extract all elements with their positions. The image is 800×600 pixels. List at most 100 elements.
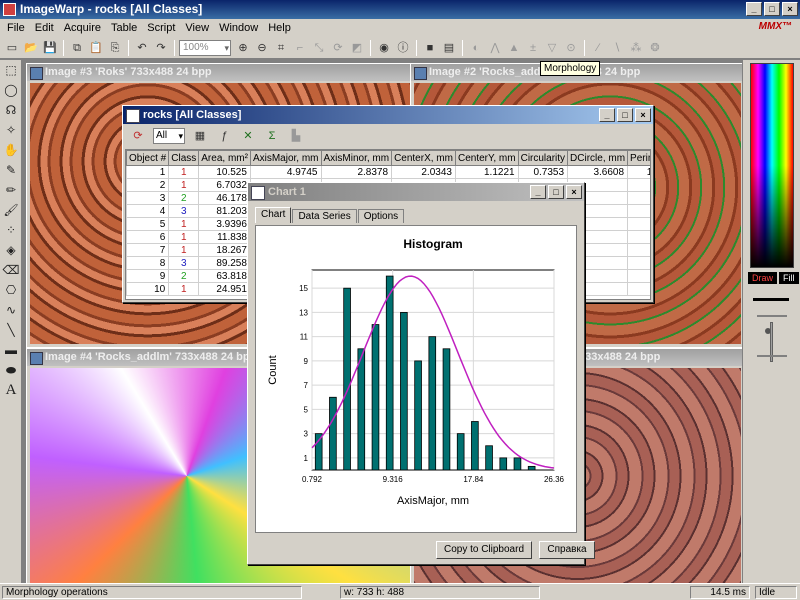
- hand-icon[interactable]: ✋: [1, 140, 21, 160]
- pencil-icon[interactable]: ✏: [1, 180, 21, 200]
- resize-icon[interactable]: ⤡: [310, 39, 328, 57]
- info-icon[interactable]: ⓘ: [394, 39, 412, 57]
- line-tool-icon[interactable]: ╲: [1, 320, 21, 340]
- refresh-icon[interactable]: ⟳: [129, 127, 147, 145]
- y-tick-label: 9: [304, 357, 309, 366]
- menu-table[interactable]: Table: [106, 22, 142, 34]
- fill-color-label[interactable]: Fill: [779, 272, 799, 284]
- save-icon[interactable]: 💾: [41, 39, 59, 57]
- undo-icon[interactable]: ↶: [133, 39, 151, 57]
- ellipse-select-icon[interactable]: ◯: [1, 80, 21, 100]
- measure-icon[interactable]: ∕: [589, 39, 607, 57]
- value-cell: 3.9396: [198, 217, 251, 231]
- ellipse-tool-icon[interactable]: ⬬: [1, 360, 21, 380]
- particles-icon[interactable]: ⁂: [627, 39, 645, 57]
- menu-edit[interactable]: Edit: [30, 22, 59, 34]
- camera-icon[interactable]: ■: [421, 39, 439, 57]
- column-header[interactable]: Circularity: [517, 150, 569, 166]
- divider: [757, 315, 787, 317]
- magic-wand-icon[interactable]: ✧: [1, 120, 21, 140]
- help-button[interactable]: Справка: [539, 541, 595, 559]
- zoom-in-icon[interactable]: ⊕: [234, 39, 252, 57]
- close-button[interactable]: ×: [782, 2, 798, 16]
- rotate-icon[interactable]: ⟳: [329, 39, 347, 57]
- table-close-button[interactable]: ×: [635, 108, 651, 122]
- column-header[interactable]: AxisMinor, mm: [320, 150, 393, 166]
- function-icon[interactable]: ƒ: [215, 127, 233, 145]
- copy-icon[interactable]: ⧉: [68, 39, 86, 57]
- class-filter-select[interactable]: All: [153, 128, 185, 144]
- column-header[interactable]: CenterY, mm: [454, 150, 519, 166]
- flip-icon[interactable]: ◩: [348, 39, 366, 57]
- zoom-out-icon[interactable]: ⊖: [253, 39, 271, 57]
- tab-data-series[interactable]: Data Series: [292, 209, 357, 223]
- y-tick-label: 11: [300, 333, 309, 342]
- clone-icon[interactable]: ⎔: [1, 280, 21, 300]
- fill-bucket-icon[interactable]: ◈: [1, 240, 21, 260]
- chart-maximize-button[interactable]: □: [548, 185, 564, 199]
- chart-close-button[interactable]: ×: [566, 185, 582, 199]
- text-tool-icon[interactable]: A: [1, 380, 21, 400]
- eyedropper-icon[interactable]: ✎: [1, 160, 21, 180]
- histogram-icon[interactable]: ▲: [505, 39, 523, 57]
- menu-script[interactable]: Script: [142, 22, 180, 34]
- x-tick-label: 9.316: [383, 475, 404, 484]
- rectangle-tool-icon[interactable]: ▬: [1, 340, 21, 360]
- menu-view[interactable]: View: [180, 22, 214, 34]
- open-folder-icon[interactable]: 📂: [22, 39, 40, 57]
- color-palette[interactable]: [750, 63, 794, 268]
- minimize-button[interactable]: _: [746, 2, 762, 16]
- menu-help[interactable]: Help: [263, 22, 296, 34]
- draw-color-label[interactable]: Draw: [748, 272, 778, 284]
- chart-minimize-button[interactable]: _: [530, 185, 546, 199]
- palette-icon[interactable]: ◉: [375, 39, 393, 57]
- crop-icon[interactable]: ⌐: [291, 39, 309, 57]
- tab-options[interactable]: Options: [357, 209, 405, 223]
- menu-file[interactable]: File: [2, 22, 30, 34]
- line-width-indicator[interactable]: [753, 298, 789, 301]
- redo-icon[interactable]: ↷: [152, 39, 170, 57]
- chart-window[interactable]: Chart 1 _ □ × Chart Data Series Options …: [247, 182, 595, 565]
- sum-icon[interactable]: Σ: [263, 127, 281, 145]
- columns-icon[interactable]: ▦: [191, 127, 209, 145]
- excel-export-icon[interactable]: ✕: [239, 127, 257, 145]
- table-minimize-button[interactable]: _: [599, 108, 615, 122]
- zoom-select[interactable]: 100%: [179, 39, 231, 56]
- plus-minus-icon[interactable]: ±: [524, 39, 542, 57]
- menu-window[interactable]: Window: [214, 22, 263, 34]
- contrast-icon[interactable]: ◐: [467, 39, 485, 57]
- page-icon[interactable]: ▤: [440, 39, 458, 57]
- smudge-icon[interactable]: ∿: [1, 300, 21, 320]
- chart-icon[interactable]: ▙: [287, 127, 305, 145]
- menu-acquire[interactable]: Acquire: [59, 22, 106, 34]
- brush-icon[interactable]: 🖌: [1, 200, 21, 220]
- filter-icon[interactable]: ⋀: [486, 39, 504, 57]
- copy-to-clipboard-button[interactable]: Copy to Clipboard: [436, 541, 532, 559]
- column-header[interactable]: Area, mm²: [198, 150, 251, 166]
- column-header[interactable]: Perim, mm: [627, 150, 650, 166]
- column-header[interactable]: AxisMajor, mm: [249, 150, 322, 166]
- table-header-row: Object # Class Area, mm² AxisMajor, mm AxisM…: [126, 150, 650, 166]
- rect-select-icon[interactable]: ⬚: [1, 60, 21, 80]
- column-header[interactable]: CenterX, mm: [391, 150, 456, 166]
- table-maximize-button[interactable]: □: [617, 108, 633, 122]
- status-bar: Morphology operations w: 733 h: 488 14.5…: [0, 583, 800, 600]
- blob-icon[interactable]: ❂: [646, 39, 664, 57]
- paste-icon[interactable]: 📋: [87, 39, 105, 57]
- tab-chart[interactable]: Chart: [255, 207, 292, 223]
- column-header[interactable]: DCircle, mm: [567, 150, 629, 166]
- fit-icon[interactable]: ⌗: [272, 39, 290, 57]
- airbrush-icon[interactable]: ⁘: [1, 220, 21, 240]
- duplicate-icon[interactable]: ⎘: [106, 39, 124, 57]
- status-message: Morphology operations: [2, 586, 302, 599]
- column-header[interactable]: Class: [168, 150, 200, 166]
- lasso-icon[interactable]: ☊: [1, 100, 21, 120]
- morphology-icon[interactable]: ⊙: [562, 39, 580, 57]
- new-file-icon[interactable]: ▭: [3, 39, 21, 57]
- column-header[interactable]: Object #: [126, 150, 170, 166]
- table-row[interactable]: 1 1 10.525 4.9745 2.8378 2.0343 1.1221 0.7353 3.…: [126, 165, 650, 179]
- funnel-icon[interactable]: ▽: [543, 39, 561, 57]
- line-icon[interactable]: ∖: [608, 39, 626, 57]
- maximize-button[interactable]: □: [764, 2, 780, 16]
- eraser-icon[interactable]: ⌫: [1, 260, 21, 280]
